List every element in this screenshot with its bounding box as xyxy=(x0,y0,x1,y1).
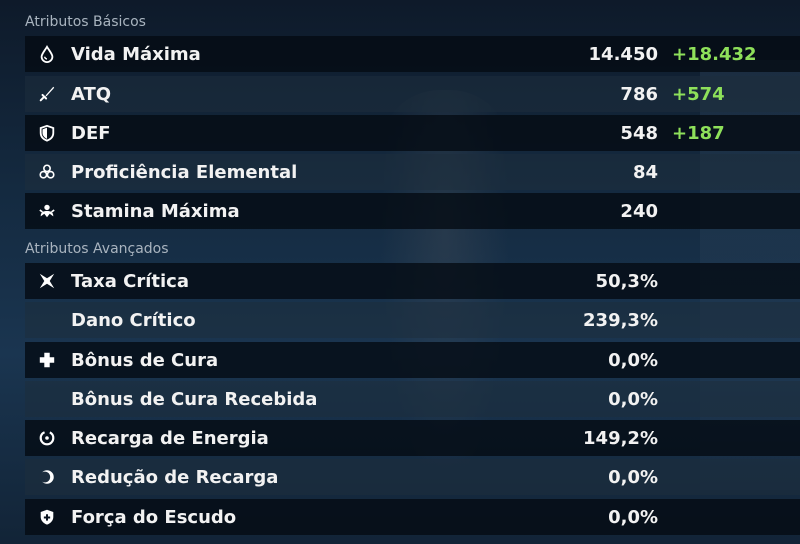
stat-value: 240 xyxy=(620,200,658,222)
stat-label: ATQ xyxy=(71,83,112,105)
stat-label: Taxa Crítica xyxy=(71,270,189,292)
shield-icon xyxy=(37,123,57,143)
stat-value: 0,0% xyxy=(608,466,658,488)
stat-row-def: DEF 548 +187 xyxy=(25,115,800,151)
stat-label: Bônus de Cura Recebida xyxy=(71,388,318,410)
stat-label: Recarga de Energia xyxy=(71,427,269,449)
stat-row-shield-strength: Força do Escudo 0,0% xyxy=(25,499,800,535)
stat-label: Stamina Máxima xyxy=(71,200,240,222)
healing-cross-icon xyxy=(37,350,57,370)
stat-bonus: +18.432 xyxy=(672,43,757,65)
stat-value: 14.450 xyxy=(588,43,658,65)
stat-row-crit-dmg: Dano Crítico 239,3% xyxy=(25,302,800,338)
stat-label: Bônus de Cura xyxy=(71,349,219,371)
section-title-advanced: Atributos Avançados xyxy=(25,241,169,257)
stat-row-max-hp: Vida Máxima 14.450 +18.432 xyxy=(25,36,800,72)
stat-row-energy-recharge: Recarga de Energia 149,2% xyxy=(25,420,800,456)
stat-value: 0,0% xyxy=(608,388,658,410)
stat-label: DEF xyxy=(71,122,111,144)
shield-strength-icon xyxy=(37,507,57,527)
stat-value: 50,3% xyxy=(595,270,658,292)
energy-recharge-icon xyxy=(37,428,57,448)
sword-icon xyxy=(37,84,57,104)
stat-row-max-stamina: Stamina Máxima 240 xyxy=(25,193,800,229)
stat-value: 786 xyxy=(620,83,658,105)
crit-rate-icon xyxy=(37,271,57,291)
stat-label: Força do Escudo xyxy=(71,506,237,528)
stat-bonus: +574 xyxy=(672,83,725,105)
stat-value: 548 xyxy=(620,122,658,144)
stat-label: Vida Máxima xyxy=(71,43,201,65)
stat-value: 0,0% xyxy=(608,506,658,528)
stat-value: 84 xyxy=(632,161,658,183)
stat-value: 0,0% xyxy=(608,349,658,371)
stat-row-cd-reduction: Redução de Recarga 0,0% xyxy=(25,459,800,495)
stat-value: 149,2% xyxy=(583,427,658,449)
blank-icon xyxy=(37,310,57,330)
stat-row-elemental-mastery: Proficiência Elemental 84 xyxy=(25,154,800,190)
stat-row-atk: ATQ 786 +574 xyxy=(25,76,800,112)
blank-icon xyxy=(37,389,57,409)
stat-row-healing-bonus: Bônus de Cura 0,0% xyxy=(25,342,800,378)
elemental-mastery-icon xyxy=(37,162,57,182)
stat-row-incoming-healing: Bônus de Cura Recebida 0,0% xyxy=(25,381,800,417)
stat-label: Dano Crítico xyxy=(71,309,196,331)
stat-row-crit-rate: Taxa Crítica 50,3% xyxy=(25,263,800,299)
stat-label: Redução de Recarga xyxy=(71,466,279,488)
stat-label: Proficiência Elemental xyxy=(71,161,298,183)
stat-bonus: +187 xyxy=(672,122,725,144)
stat-value: 239,3% xyxy=(583,309,658,331)
section-title-basic: Atributos Básicos xyxy=(25,14,146,30)
cooldown-reduction-icon xyxy=(37,467,57,487)
droplet-icon xyxy=(37,44,57,64)
stamina-icon xyxy=(37,201,57,221)
